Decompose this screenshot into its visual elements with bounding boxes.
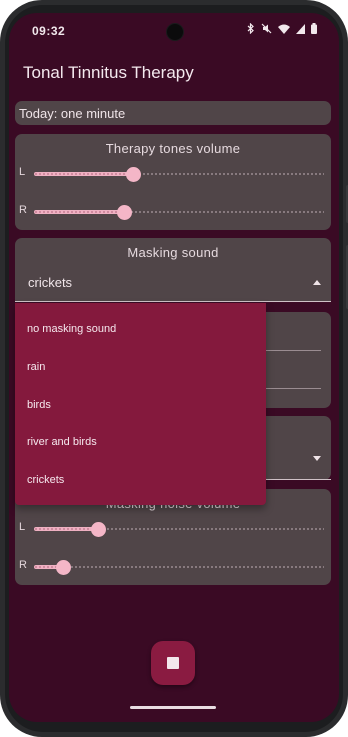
front-camera <box>166 23 184 41</box>
menu-item-no-masking[interactable]: no masking sound <box>27 323 116 335</box>
masking-left-track[interactable] <box>34 522 324 537</box>
therapy-volume-title: Therapy tones volume <box>105 141 241 156</box>
stop-icon <box>167 657 179 669</box>
home-indicator[interactable] <box>130 706 216 709</box>
therapy-right-slider[interactable]: R <box>15 202 331 222</box>
masking-right-slider[interactable]: R <box>15 557 331 577</box>
track-active <box>34 527 98 531</box>
screen: 09:32 Tonal Tinnitus Therapy Today: one … <box>9 13 339 722</box>
masking-sound-menu: no masking sound rain birds river and bi… <box>15 303 266 505</box>
masking-sound-dropdown[interactable]: Masking sound crickets <box>15 238 331 302</box>
track-inactive <box>34 566 324 568</box>
slider-thumb[interactable] <box>116 205 132 220</box>
app-title: Tonal Tinnitus Therapy <box>23 63 194 82</box>
therapy-right-label: R <box>19 204 27 216</box>
track-active <box>34 210 124 214</box>
wifi-icon <box>278 24 290 34</box>
masking-right-track[interactable] <box>34 560 324 575</box>
status-icons <box>247 23 317 34</box>
therapy-left-label: L <box>19 166 26 178</box>
track-active <box>34 172 133 176</box>
bluetooth-icon <box>247 23 254 34</box>
status-bar: 09:32 <box>9 13 339 49</box>
status-time: 09:32 <box>32 24 66 38</box>
menu-item-crickets[interactable]: crickets <box>27 474 64 486</box>
therapy-left-track[interactable] <box>34 167 324 182</box>
slider-thumb[interactable] <box>125 167 141 182</box>
masking-sound-value: crickets <box>28 275 73 290</box>
menu-item-birds[interactable]: birds <box>27 399 51 411</box>
caret-up-icon[interactable] <box>313 280 321 285</box>
menu-item-rain[interactable]: rain <box>27 361 45 373</box>
masking-sound-title: Masking sound <box>127 245 219 260</box>
masking-left-slider[interactable]: L <box>15 519 331 539</box>
today-card: Today: one minute <box>15 101 331 125</box>
therapy-volume-card: Therapy tones volume L R <box>15 134 331 230</box>
slider-thumb[interactable] <box>56 560 71 575</box>
phone-frame: 09:32 Tonal Tinnitus Therapy Today: one … <box>0 0 348 737</box>
battery-icon <box>311 23 317 34</box>
stop-button[interactable] <box>151 641 195 685</box>
slider-thumb[interactable] <box>90 522 106 537</box>
therapy-right-track[interactable] <box>34 205 324 220</box>
caret-down-icon[interactable] <box>313 456 321 461</box>
masking-left-label: L <box>19 521 26 533</box>
today-text: Today: one minute <box>19 106 126 121</box>
mute-icon <box>261 23 272 34</box>
signal-icon <box>296 23 305 34</box>
dropdown-underline <box>15 301 331 302</box>
therapy-left-slider[interactable]: L <box>15 164 331 184</box>
masking-right-label: R <box>19 559 27 571</box>
menu-item-river-and-birds[interactable]: river and birds <box>27 436 97 448</box>
